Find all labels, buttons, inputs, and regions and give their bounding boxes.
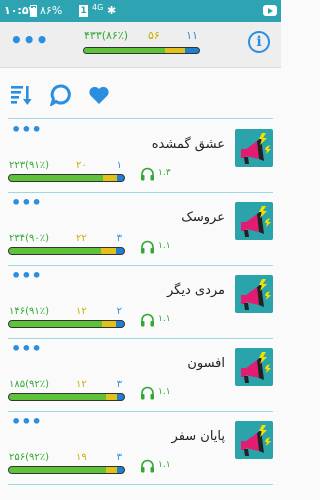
- item-count-left: ۱۸۵(۹۲٪): [9, 379, 50, 390]
- more-dots-icon[interactable]: •••: [10, 30, 48, 50]
- item-progress-bar: [8, 393, 125, 401]
- megaphone-icon: [235, 202, 273, 240]
- item-stats: ۱۸۵(۹۲٪) ۱۲ ۳: [8, 379, 125, 391]
- youtube-icon: [263, 5, 277, 16]
- battery-percent: ۸۶%: [40, 4, 63, 17]
- divider: [8, 484, 273, 485]
- item-progress-bar: [8, 466, 125, 474]
- item-title: عروسک: [181, 210, 225, 225]
- header-stats: ۴۳۳(۸۶٪) ۵۶ ۱۱: [82, 29, 200, 43]
- item-title: عشق گمشده: [151, 137, 225, 152]
- item-duration: ۱.۱: [158, 314, 171, 324]
- divider: [8, 118, 273, 119]
- item-count-right: ۳: [116, 379, 122, 390]
- item-count-left: ۱۴۶(۹۱٪): [9, 306, 50, 317]
- megaphone-icon: [235, 129, 273, 167]
- item-more-icon[interactable]: •••: [11, 195, 42, 211]
- item-stats: ۲۳۴(۹۰٪) ۲۲ ۳: [8, 233, 125, 245]
- header-count-left: ۴۳۳(۸۶٪): [84, 29, 129, 42]
- item-count-left: ۲۳۴(۹۰٪): [9, 233, 50, 244]
- item-progress-bar: [8, 247, 125, 255]
- header: ••• ۴۳۳(۸۶٪) ۵۶ ۱۱: [0, 22, 281, 68]
- headphones-icon: [141, 313, 154, 327]
- list-item[interactable]: ••• عشق گمشده ۲۲۳(۹۱٪) ۲۰ ۱ ۱.۳: [0, 120, 281, 193]
- item-count-right: ۱: [116, 160, 122, 171]
- item-more-icon[interactable]: •••: [11, 414, 42, 430]
- item-count-left: ۲۲۳(۹۱٪): [9, 160, 50, 171]
- item-stats: ۲۲۳(۹۱٪) ۲۰ ۱: [8, 160, 125, 172]
- item-stats: ۲۵۶(۹۲٪) ۱۹ ۳: [8, 452, 125, 464]
- item-count-mid: ۱۹: [76, 452, 87, 463]
- megaphone-icon: [235, 275, 273, 313]
- status-bar: ۱۰:۵۲ ۸۶% 1 4G ✱: [0, 0, 281, 22]
- sim-icon: 1: [79, 5, 88, 17]
- info-button[interactable]: i: [248, 31, 270, 53]
- bluetooth-icon: ✱: [107, 4, 117, 17]
- item-count-mid: ۱۲: [76, 379, 87, 390]
- megaphone-icon: [235, 348, 273, 386]
- item-duration: ۱.۱: [158, 460, 171, 470]
- item-title: مردی دیگر: [167, 283, 225, 298]
- item-more-icon[interactable]: •••: [11, 122, 42, 138]
- item-duration: ۱.۱: [158, 241, 171, 251]
- header-count-mid: ۵۶: [148, 29, 160, 42]
- item-count-mid: ۲۰: [76, 160, 87, 171]
- list-item[interactable]: ••• افسون ۱۸۵(۹۲٪) ۱۲ ۳ ۱.۱: [0, 339, 281, 412]
- headphones-icon: [141, 240, 154, 254]
- item-progress-bar: [8, 174, 125, 182]
- item-more-icon[interactable]: •••: [11, 341, 42, 357]
- network-type: 4G: [92, 3, 104, 12]
- item-count-left: ۲۵۶(۹۲٪): [9, 452, 50, 463]
- list-item[interactable]: ••• مردی دیگر ۱۴۶(۹۱٪) ۱۲ ۲ ۱.۱: [0, 266, 281, 339]
- item-progress-bar: [8, 320, 125, 328]
- item-title: افسون: [187, 356, 225, 371]
- list-item[interactable]: ••• پایان سفر ۲۵۶(۹۲٪) ۱۹ ۳ ۱.۱: [0, 412, 281, 485]
- list-item[interactable]: ••• عروسک ۲۳۴(۹۰٪) ۲۲ ۳ ۱.۱: [0, 193, 281, 266]
- header-progress-bar: [83, 47, 200, 54]
- battery-icon: [30, 5, 37, 17]
- item-duration: ۱.۳: [158, 168, 171, 178]
- item-count-right: ۳: [116, 452, 122, 463]
- sort-icon[interactable]: [10, 84, 32, 106]
- item-duration: ۱.۱: [158, 387, 171, 397]
- heart-icon[interactable]: [88, 84, 110, 106]
- item-stats: ۱۴۶(۹۱٪) ۱۲ ۲: [8, 306, 125, 318]
- item-more-icon[interactable]: •••: [11, 268, 42, 284]
- headphones-icon: [141, 386, 154, 400]
- item-title: پایان سفر: [171, 429, 225, 444]
- item-count-right: ۳: [116, 233, 122, 244]
- megaphone-icon: [235, 421, 273, 459]
- toolbar: [0, 68, 281, 118]
- item-count-mid: ۱۲: [76, 306, 87, 317]
- headphones-icon: [141, 167, 154, 181]
- item-count-mid: ۲۲: [76, 233, 87, 244]
- header-count-right: ۱۱: [186, 29, 198, 42]
- comment-icon[interactable]: [50, 84, 72, 106]
- item-count-right: ۲: [116, 306, 122, 317]
- headphones-icon: [141, 459, 154, 473]
